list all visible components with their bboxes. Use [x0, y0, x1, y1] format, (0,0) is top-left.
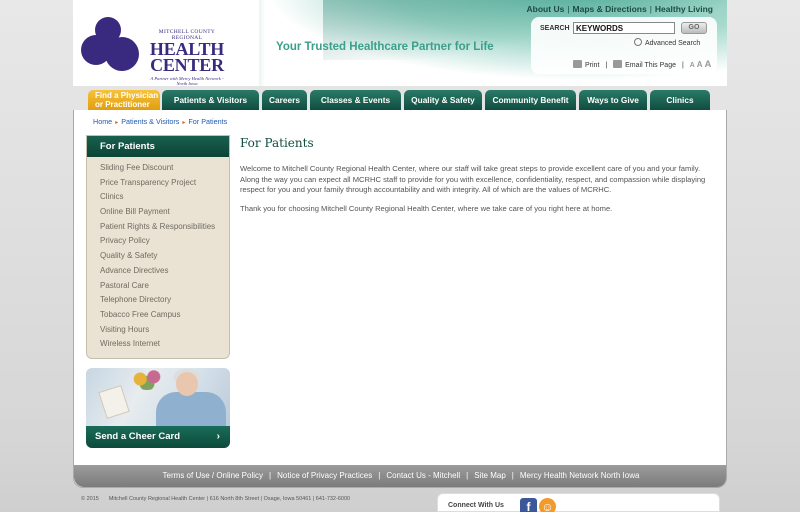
logo-tagline: A Partner with Mercy Health Network - No…: [150, 76, 224, 86]
footer-privacy-link[interactable]: Notice of Privacy Practices: [277, 471, 372, 480]
header-divider: [259, 0, 265, 86]
site-tagline: Your Trusted Healthcare Partner for Life: [276, 41, 494, 53]
content-panel: Home ▸ Patients & Visitors ▸ For Patients Fo…: [73, 110, 727, 488]
breadcrumb-home[interactable]: Home: [93, 117, 112, 126]
cheer-card-promo[interactable]: Send a Cheer Card ›: [86, 368, 230, 448]
sidebar-item-sliding-fee[interactable]: Sliding Fee Discount: [87, 161, 229, 176]
search-panel: SEARCH GO Advanced Search Print | Email …: [531, 17, 717, 74]
sidebar-item-telephone-directory[interactable]: Telephone Directory: [87, 293, 229, 308]
printer-icon: [573, 60, 582, 68]
facebook-icon[interactable]: f: [520, 498, 537, 512]
sidebar-item-advance-directives[interactable]: Advance Directives: [87, 264, 229, 279]
sidebar-item-pastoral-care[interactable]: Pastoral Care: [87, 279, 229, 294]
text-size-medium[interactable]: A: [697, 60, 703, 69]
text-size-small[interactable]: A: [690, 62, 695, 69]
sidebar-item-quality-safety[interactable]: Quality & Safety: [87, 249, 229, 264]
top-links: About Us | Maps & Directions | Healthy Livin…: [526, 4, 713, 14]
footer-links: Terms of Use / Online Policy | Notice of P…: [74, 465, 726, 487]
nav-tab-community-benefit[interactable]: Community Benefit: [485, 90, 576, 110]
breadcrumb-for-patients[interactable]: For Patients: [188, 117, 227, 126]
footer-address: Mitchell County Regional Health Center |…: [108, 496, 351, 502]
breadcrumb-patients-visitors[interactable]: Patients & Visitors: [121, 117, 179, 126]
intro-paragraph: Welcome to Mitchell County Regional Heal…: [240, 164, 706, 195]
advanced-search-link[interactable]: Advanced Search: [634, 38, 700, 47]
email-page-link[interactable]: Email This Page: [613, 60, 676, 69]
footer-mercy-link[interactable]: Mercy Health Network North Iowa: [520, 471, 640, 480]
sidebar-item-price-transparency[interactable]: Price Transparency Project: [87, 176, 229, 191]
nav-tab-careers[interactable]: Careers: [262, 90, 307, 110]
site-logo[interactable]: MITCHELL COUNTY REGIONAL HEALTH CENTER A…: [81, 15, 231, 86]
nav-tab-find-line2: or Practitioner: [95, 99, 150, 109]
advanced-search-label: Advanced Search: [645, 40, 701, 47]
nav-tab-patients-visitors[interactable]: Patients & Visitors: [162, 90, 259, 110]
sidebar-item-privacy-policy[interactable]: Privacy Policy: [87, 234, 229, 249]
page-tools: Print | Email This Page | A A A: [573, 59, 711, 70]
rss-icon[interactable]: ☺: [539, 498, 556, 512]
search-input[interactable]: [573, 22, 675, 34]
sidebar-item-wireless-internet[interactable]: Wireless Internet: [87, 337, 229, 352]
sidebar-title: For Patients: [87, 136, 229, 157]
nav-tab-find-physician[interactable]: Find a Physician or Practitioner: [88, 90, 160, 110]
maps-directions-link[interactable]: Maps & Directions: [573, 4, 647, 14]
footer-contact-link[interactable]: Contact Us - Mitchell: [386, 471, 460, 480]
copyright: © 2015 Mitchell County Regional Health Ce…: [81, 496, 350, 502]
send-cheer-card-label: Send a Cheer Card: [95, 431, 180, 442]
envelope-icon: [613, 60, 623, 68]
thank-you-paragraph: Thank you for choosing Mitchell County R…: [240, 203, 613, 213]
footer-terms-link[interactable]: Terms of Use / Online Policy: [163, 471, 263, 480]
print-link[interactable]: Print: [573, 60, 600, 69]
breadcrumb: Home ▸ Patients & Visitors ▸ For Patients: [93, 117, 228, 126]
send-cheer-card-button[interactable]: Send a Cheer Card ›: [86, 426, 230, 448]
text-size-large[interactable]: A: [704, 59, 711, 70]
print-label: Print: [585, 62, 600, 69]
sidebar-item-visiting-hours[interactable]: Visiting Hours: [87, 323, 229, 338]
nav-tab-classes-events[interactable]: Classes & Events: [310, 90, 401, 110]
chevron-right-icon: ›: [216, 431, 220, 442]
sidebar-item-patient-rights[interactable]: Patient Rights & Responsibilities: [87, 220, 229, 235]
connect-with-us: Connect With Us f ☺: [437, 493, 720, 512]
search-go-button[interactable]: GO: [681, 22, 707, 34]
sidebar-nav: For Patients Sliding Fee Discount Price …: [86, 135, 230, 359]
logo-circles-icon: [81, 15, 143, 73]
copyright-year: © 2015: [81, 496, 99, 502]
nav-tab-quality-safety[interactable]: Quality & Safety: [404, 90, 482, 110]
page-title: For Patients: [240, 136, 314, 150]
site-header: MITCHELL COUNTY REGIONAL HEALTH CENTER A…: [73, 0, 727, 86]
magnifier-icon: [634, 38, 642, 46]
nav-tab-ways-to-give[interactable]: Ways to Give: [579, 90, 647, 110]
logo-center-text: CENTER: [150, 55, 224, 75]
sidebar-item-online-bill-payment[interactable]: Online Bill Payment: [87, 205, 229, 220]
search-label: SEARCH: [540, 25, 570, 32]
sidebar-item-clinics[interactable]: Clinics: [87, 190, 229, 205]
sidebar-item-tobacco-free[interactable]: Tobacco Free Campus: [87, 308, 229, 323]
healthy-living-link[interactable]: Healthy Living: [655, 4, 713, 14]
nav-tab-clinics[interactable]: Clinics: [650, 90, 710, 110]
footer-sitemap-link[interactable]: Site Map: [474, 471, 506, 480]
about-us-link[interactable]: About Us: [527, 4, 565, 14]
connect-label: Connect With Us: [448, 502, 504, 509]
email-page-label: Email This Page: [625, 62, 676, 69]
main-content: For Patients Welcome to Mitchell County …: [240, 136, 714, 222]
